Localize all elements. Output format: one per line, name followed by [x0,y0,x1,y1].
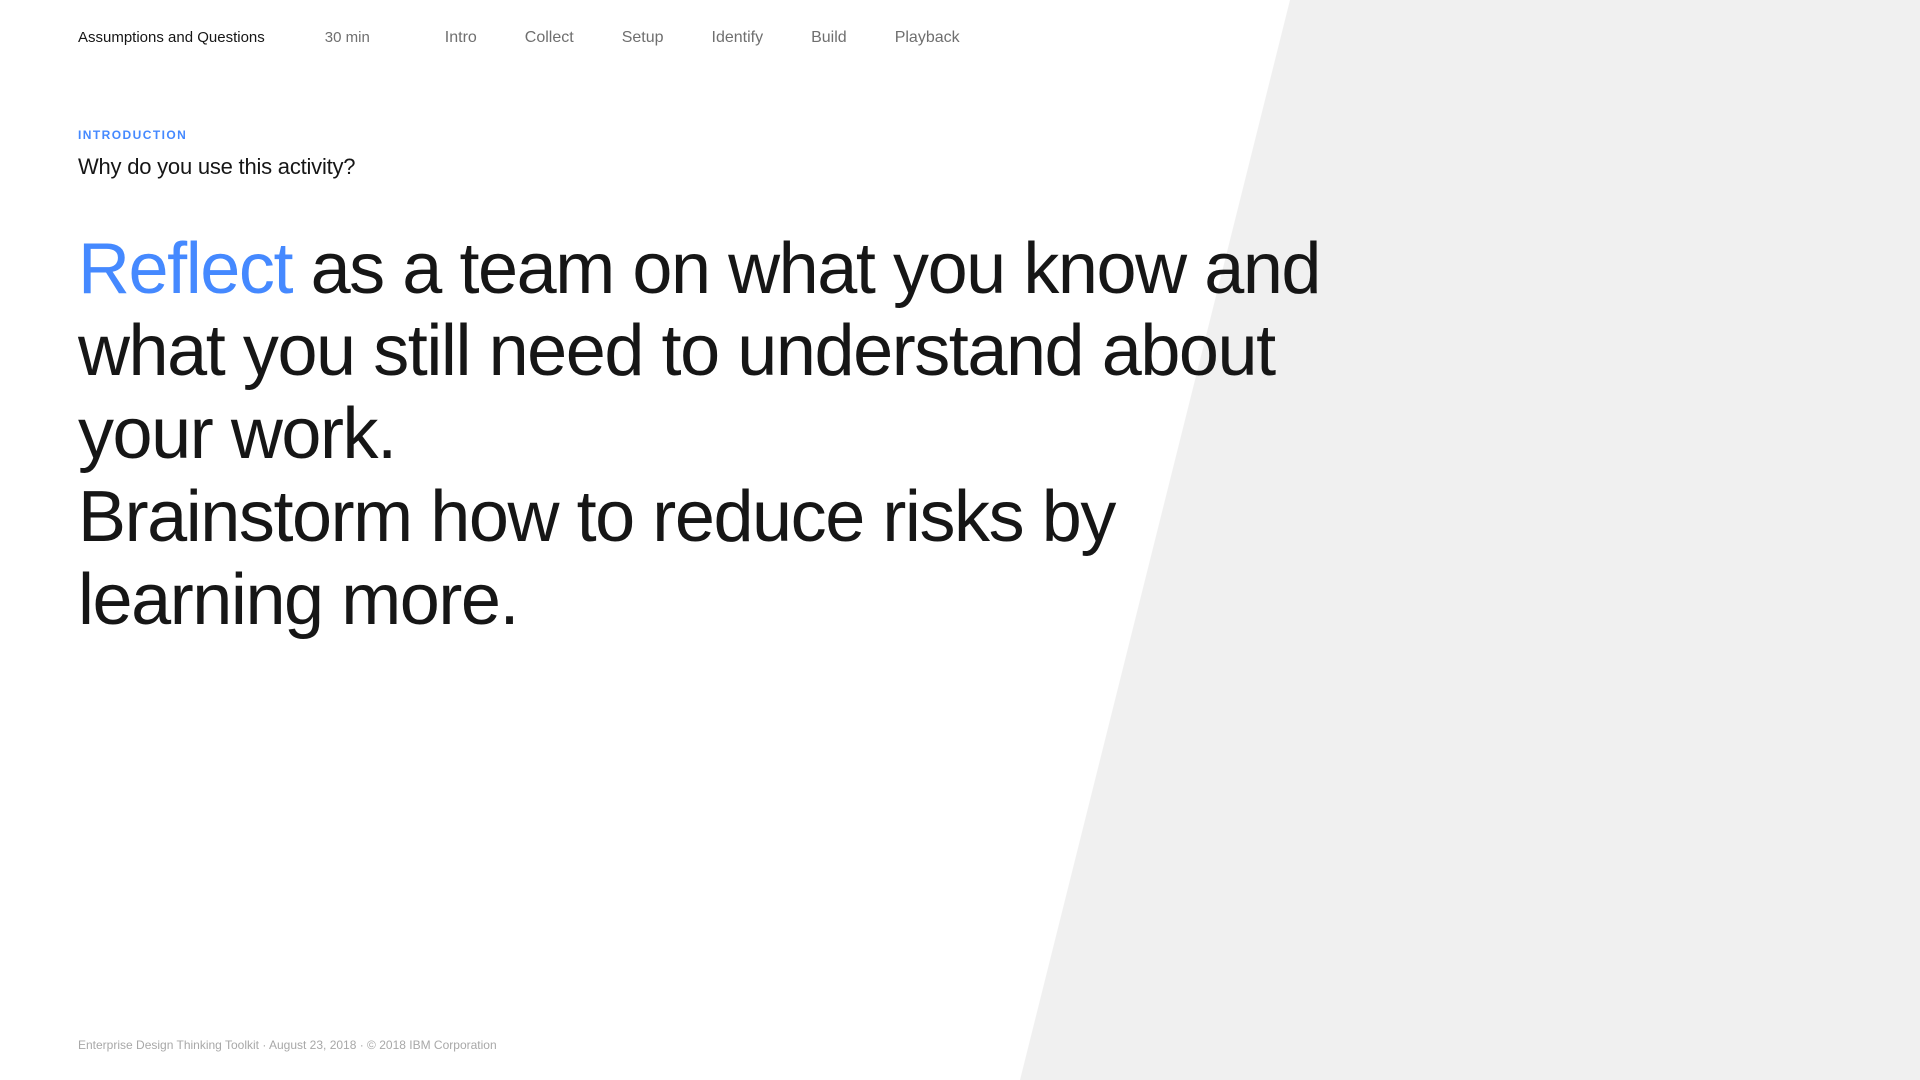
section-subtitle: Why do you use this activity? [78,154,1842,180]
nav-item-playback[interactable]: Playback [895,29,960,47]
header: Assumptions and Questions 30 min Intro C… [0,0,1920,68]
section-label: INTRODUCTION [78,128,1842,142]
footer: Enterprise Design Thinking Toolkit · Aug… [78,1038,497,1052]
footer-text: Enterprise Design Thinking Toolkit · Aug… [78,1038,497,1052]
hero-text: Reflect as a team on what you know and w… [78,228,1378,642]
nav-item-identify[interactable]: Identify [712,29,764,47]
main-content: INTRODUCTION Why do you use this activit… [0,68,1920,1080]
nav-item-setup[interactable]: Setup [622,29,664,47]
nav-item-build[interactable]: Build [811,29,847,47]
page-title: Assumptions and Questions [78,28,265,48]
nav-item-collect[interactable]: Collect [525,29,574,47]
nav: Intro Collect Setup Identify Build Playb… [445,29,960,47]
content-wrapper: Assumptions and Questions 30 min Intro C… [0,0,1920,1080]
nav-item-intro[interactable]: Intro [445,29,477,47]
hero-highlight: Reflect [78,229,292,309]
hero-text-second: Brainstorm how to reduce risks by learni… [78,477,1115,640]
duration-label: 30 min [325,29,385,46]
